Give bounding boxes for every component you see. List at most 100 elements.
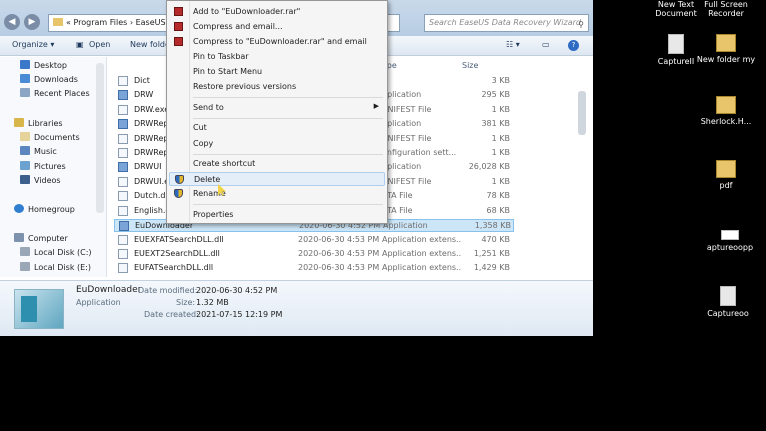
nav-item-recent-places[interactable]: Recent Places bbox=[20, 88, 90, 98]
file-row-eufat-dll[interactable]: EUFATSearchDLL.dll 2020-06-30 4:53 PM Appl… bbox=[114, 262, 514, 275]
details-size: 1.32 MB bbox=[196, 298, 229, 307]
winrar-icon bbox=[174, 37, 183, 46]
menu-item-delete[interactable]: Delete bbox=[169, 172, 385, 186]
application-large-icon bbox=[14, 289, 64, 329]
nav-item-pictures[interactable]: Pictures bbox=[20, 161, 66, 171]
details-date-created: 2021-07-15 12:19 PM bbox=[196, 310, 283, 319]
menu-separator bbox=[193, 154, 383, 155]
menu-item-compress-and-email[interactable]: Compress and email... bbox=[169, 20, 385, 34]
image-file-icon bbox=[668, 34, 684, 54]
file-icon bbox=[118, 206, 128, 216]
nav-item-local-disk-e[interactable]: Local Disk (E:) bbox=[20, 262, 91, 272]
recent-places-icon bbox=[20, 88, 30, 97]
search-icon: ⚲ bbox=[578, 20, 584, 29]
application-icon bbox=[118, 119, 128, 129]
desktop-icon-pdf[interactable]: pdf bbox=[696, 160, 756, 190]
organize-button[interactable]: Organize ▾ bbox=[12, 40, 54, 49]
search-input[interactable]: Search EaseUS Data Recovery Wizard ⚲ bbox=[424, 14, 589, 32]
search-placeholder: Search EaseUS Data Recovery Wizard bbox=[429, 18, 581, 27]
details-date-modified: 2020-06-30 4:52 PM bbox=[196, 286, 278, 295]
back-button[interactable]: ◀ bbox=[4, 14, 20, 30]
application-icon bbox=[118, 90, 128, 100]
file-icon bbox=[118, 76, 128, 86]
file-icon bbox=[118, 105, 128, 115]
pictures-icon bbox=[20, 161, 30, 170]
desktop-icon-new-folder-my[interactable]: New folder my bbox=[696, 34, 756, 64]
folder-icon bbox=[53, 18, 63, 26]
column-header-size[interactable]: Size bbox=[462, 61, 478, 70]
winrar-icon bbox=[174, 22, 183, 31]
menu-item-pin-to-start-menu[interactable]: Pin to Start Menu bbox=[169, 65, 385, 79]
uac-shield-icon bbox=[174, 189, 183, 198]
homegroup-icon bbox=[14, 204, 24, 213]
file-icon bbox=[118, 177, 128, 187]
menu-item-send-to[interactable]: Send to ▶ bbox=[169, 101, 385, 115]
desktop-icon-screen-recorder[interactable]: Full Screen Recorder bbox=[696, 0, 756, 18]
navigation-pane: Desktop Downloads Recent Places Librarie… bbox=[0, 57, 107, 277]
view-options-icon[interactable]: ☷ ▾ bbox=[506, 40, 520, 49]
folder-icon bbox=[716, 160, 736, 178]
menu-item-pin-to-taskbar[interactable]: Pin to Taskbar bbox=[169, 50, 385, 64]
menu-separator bbox=[193, 118, 383, 119]
desktop-icon bbox=[20, 60, 30, 69]
libraries-icon bbox=[14, 118, 24, 127]
nav-item-local-disk-c[interactable]: Local Disk (C:) bbox=[20, 247, 92, 257]
file-icon bbox=[118, 191, 128, 201]
menu-item-restore-previous-versions[interactable]: Restore previous versions bbox=[169, 80, 385, 94]
nav-item-libraries[interactable]: Libraries bbox=[14, 118, 63, 128]
nav-pane-scrollbar[interactable] bbox=[96, 63, 104, 213]
open-icon: ▣ bbox=[76, 40, 84, 49]
menu-item-cut[interactable]: Cut bbox=[169, 121, 385, 135]
image-file-icon bbox=[720, 286, 736, 306]
file-row-euext2-dll[interactable]: EUEXT2SearchDLL.dll 2020-06-30 4:53 PM App… bbox=[114, 248, 514, 261]
details-date-created-label: Date created: bbox=[144, 310, 199, 319]
nav-item-videos[interactable]: Videos bbox=[20, 175, 61, 185]
menu-item-add-to-archive[interactable]: Add to "EuDownloader.rar" bbox=[169, 5, 385, 19]
menu-item-copy[interactable]: Copy bbox=[169, 137, 385, 151]
details-pane: EuDownloader Application Date modified: … bbox=[0, 280, 593, 336]
context-menu: Add to "EuDownloader.rar" Compress and e… bbox=[166, 0, 388, 224]
submenu-arrow-icon: ▶ bbox=[373, 102, 379, 110]
application-icon bbox=[119, 221, 129, 231]
explorer-window: ◀ ▶ « Program Files › EaseUS Search Ease… bbox=[0, 0, 593, 336]
desktop-icon-captureoo[interactable]: Captureoo bbox=[698, 286, 758, 318]
videos-icon bbox=[20, 175, 30, 184]
computer-icon bbox=[14, 233, 24, 242]
details-date-modified-label: Date modified: bbox=[138, 286, 198, 295]
drive-icon bbox=[20, 247, 30, 256]
file-list-scrollbar[interactable] bbox=[578, 91, 586, 135]
desktop-icon-aptureoopp[interactable]: aptureoopp bbox=[700, 230, 760, 252]
menu-item-properties[interactable]: Properties bbox=[169, 208, 385, 222]
menu-separator bbox=[193, 204, 383, 205]
nav-item-music[interactable]: Music bbox=[20, 146, 57, 156]
open-button[interactable]: Open bbox=[89, 40, 110, 49]
menu-separator bbox=[193, 97, 383, 98]
drive-icon bbox=[20, 262, 30, 271]
preview-pane-icon[interactable]: ▭ bbox=[542, 40, 550, 49]
uac-shield-icon bbox=[175, 175, 184, 184]
help-icon[interactable]: ? bbox=[568, 40, 579, 51]
music-icon bbox=[20, 146, 30, 155]
image-file-icon bbox=[721, 230, 739, 240]
desktop-icon-sherlock[interactable]: Sherlock.H... bbox=[696, 96, 756, 126]
settings-file-icon bbox=[118, 148, 128, 158]
folder-icon bbox=[716, 96, 736, 114]
nav-item-documents[interactable]: Documents bbox=[20, 132, 80, 142]
winrar-icon bbox=[174, 7, 183, 16]
nav-item-computer[interactable]: Computer bbox=[14, 233, 68, 243]
dll-file-icon bbox=[118, 235, 128, 245]
menu-item-create-shortcut[interactable]: Create shortcut bbox=[169, 157, 385, 171]
menu-item-compress-to-archive-email[interactable]: Compress to "EuDownloader.rar" and email bbox=[169, 35, 385, 49]
forward-button[interactable]: ▶ bbox=[24, 14, 40, 30]
nav-item-desktop[interactable]: Desktop bbox=[20, 60, 67, 70]
folder-icon bbox=[716, 34, 736, 52]
address-path: « Program Files › EaseUS bbox=[66, 18, 166, 27]
details-file-name: EuDownloader bbox=[76, 285, 142, 295]
details-file-kind: Application bbox=[76, 298, 121, 307]
file-icon bbox=[118, 134, 128, 144]
file-row-euexfat-dll[interactable]: EUEXFATSearchDLL.dll 2020-06-30 4:53 PM Ap… bbox=[114, 234, 514, 247]
menu-item-rename[interactable]: Rename bbox=[169, 187, 385, 201]
details-size-label: Size: bbox=[176, 298, 196, 307]
nav-item-downloads[interactable]: Downloads bbox=[20, 74, 78, 84]
nav-item-homegroup[interactable]: Homegroup bbox=[14, 204, 75, 214]
